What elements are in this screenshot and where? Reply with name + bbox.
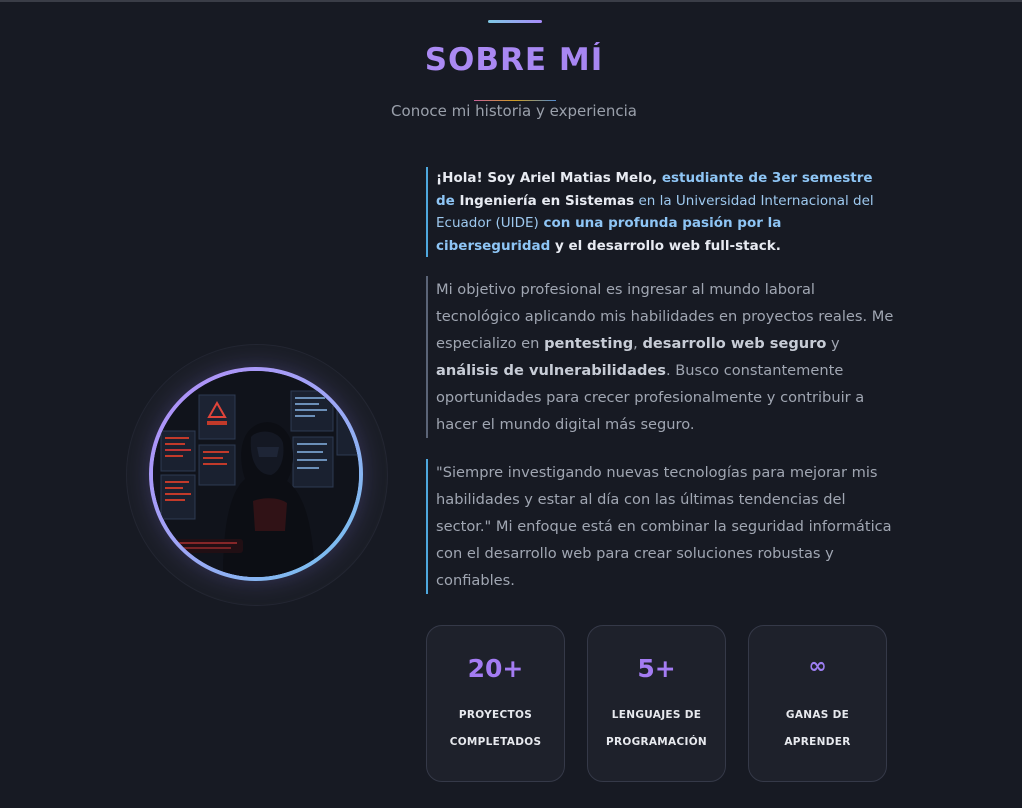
stat-card-projects: 20+ PROYECTOS COMPLETADOS [426, 625, 565, 782]
stat-value: 20+ [467, 654, 524, 683]
subtitle-accent-line [474, 100, 556, 101]
avatar [149, 367, 363, 581]
intro-text-en: en la [634, 192, 676, 209]
section-title: SOBRE MÍ [0, 42, 1022, 78]
intro-text-y: y el [550, 237, 587, 254]
stat-label-line1: PROYECTOS [458, 709, 533, 721]
objective-pentesting: pentesting [544, 335, 634, 352]
stat-card-learning: ∞ GANAS DE APRENDER [748, 625, 887, 782]
stat-label: LENGUAJES DE PROGRAMACIÓN [588, 702, 725, 756]
intro-fullstack: desarrollo web full-stack [586, 237, 776, 254]
title-accent-bar [488, 20, 542, 23]
stat-label: GANAS DE APRENDER [749, 702, 886, 756]
intro-paragraph: ¡Hola! Soy Ariel Matias Melo, estudiante… [426, 167, 896, 257]
objective-paragraph: Mi objetivo profesional es ingresar al m… [426, 276, 896, 438]
stat-label-line1: GANAS DE [785, 709, 850, 721]
intro-cybersecurity: ciberseguridad [436, 237, 551, 254]
intro-period: . [775, 237, 781, 254]
stat-value: 5+ [637, 654, 676, 683]
quote-text: "Siempre investigando nuevas tecnologías… [436, 464, 892, 589]
objective-and: y [826, 335, 840, 352]
stat-label-line1: LENGUAJES DE [611, 709, 702, 721]
stat-label-line2: APRENDER [784, 736, 851, 748]
objective-vulnerability: análisis de vulnerabilidades [436, 362, 666, 379]
stat-value: ∞ [808, 654, 827, 679]
top-divider [0, 0, 1022, 2]
stat-label-line2: COMPLETADOS [449, 736, 542, 748]
intro-degree: Ingeniería en Sistemas [459, 192, 635, 209]
quote-paragraph: "Siempre investigando nuevas tecnologías… [426, 459, 896, 594]
objective-secure-web: desarrollo web seguro [642, 335, 827, 352]
stat-label-line2: PROGRAMACIÓN [605, 736, 708, 748]
section-subtitle: Conoce mi historia y experiencia [391, 102, 637, 120]
hooded-hacker-image [153, 371, 359, 577]
intro-greeting: ¡Hola! Soy Ariel Matias Melo, [436, 170, 658, 186]
stat-label: PROYECTOS COMPLETADOS [427, 702, 564, 756]
intro-passion-text: con una profunda pasión por la [538, 215, 782, 231]
stat-card-languages: 5+ LENGUAJES DE PROGRAMACIÓN [587, 625, 726, 782]
